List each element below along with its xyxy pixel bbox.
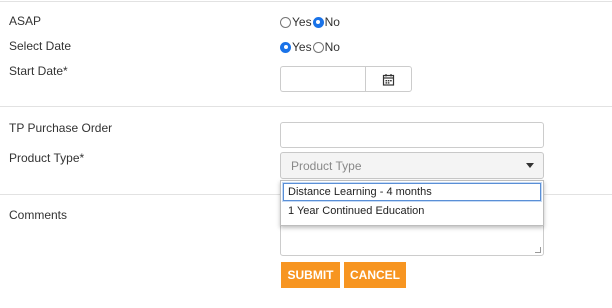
cancel-button[interactable]: CANCEL <box>344 262 406 288</box>
asap-no-label[interactable]: No <box>325 15 340 29</box>
dropdown-option-continued-education[interactable]: 1 Year Continued Education <box>283 202 541 220</box>
select-date-yes-radio[interactable] <box>280 41 291 53</box>
asap-yes-label[interactable]: Yes <box>292 15 312 29</box>
chevron-down-icon[interactable] <box>516 153 543 178</box>
dropdown-option-distance-learning[interactable]: Distance Learning - 4 months <box>283 183 541 201</box>
select-date-radio-group: Yes No <box>280 40 341 54</box>
calendar-icon <box>382 73 395 86</box>
select-date-label: Select Date <box>9 39 72 53</box>
top-divider <box>0 1 612 2</box>
asap-label: ASAP <box>9 14 42 28</box>
select-date-yes-label[interactable]: Yes <box>292 40 312 54</box>
tp-purchase-order-input[interactable] <box>280 122 544 148</box>
select-date-no-label[interactable]: No <box>325 40 340 54</box>
section-divider <box>0 106 612 107</box>
asap-yes-radio[interactable] <box>280 16 291 28</box>
select-date-no-radio[interactable] <box>312 41 324 53</box>
asap-no-radio[interactable] <box>312 16 324 28</box>
product-type-select[interactable]: Product Type <box>280 152 544 179</box>
submit-button[interactable]: SUBMIT <box>281 262 340 288</box>
product-type-dropdown-list: Distance Learning - 4 months 1 Year Cont… <box>280 180 544 226</box>
comments-label: Comments <box>9 208 68 222</box>
tp-purchase-order-label: TP Purchase Order <box>9 121 113 135</box>
start-date-label: Start Date* <box>9 64 68 78</box>
resize-handle-icon[interactable] <box>535 247 541 253</box>
start-date-input[interactable] <box>280 66 365 92</box>
comments-textarea[interactable] <box>280 222 544 256</box>
product-type-label: Product Type* <box>9 151 85 165</box>
asap-radio-group: Yes No <box>280 15 341 29</box>
calendar-button[interactable] <box>365 66 412 92</box>
product-type-placeholder: Product Type <box>291 159 362 173</box>
